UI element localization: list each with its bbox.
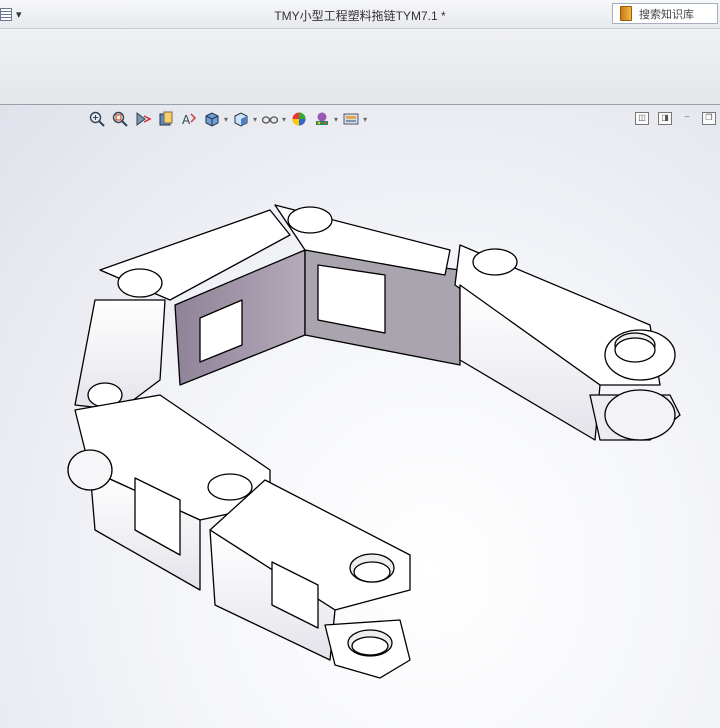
knowledge-base-icon [620,6,632,21]
title-bar: ▾ TMY小型工程塑料拖链TYM7.1 * 搜索知识库 [0,0,720,29]
search-placeholder: 搜索知识库 [639,8,694,21]
search-knowledge-base[interactable]: 搜索知识库 [612,3,718,24]
command-manager-ribbon [0,29,720,105]
drag-chain-model[interactable] [0,105,720,728]
